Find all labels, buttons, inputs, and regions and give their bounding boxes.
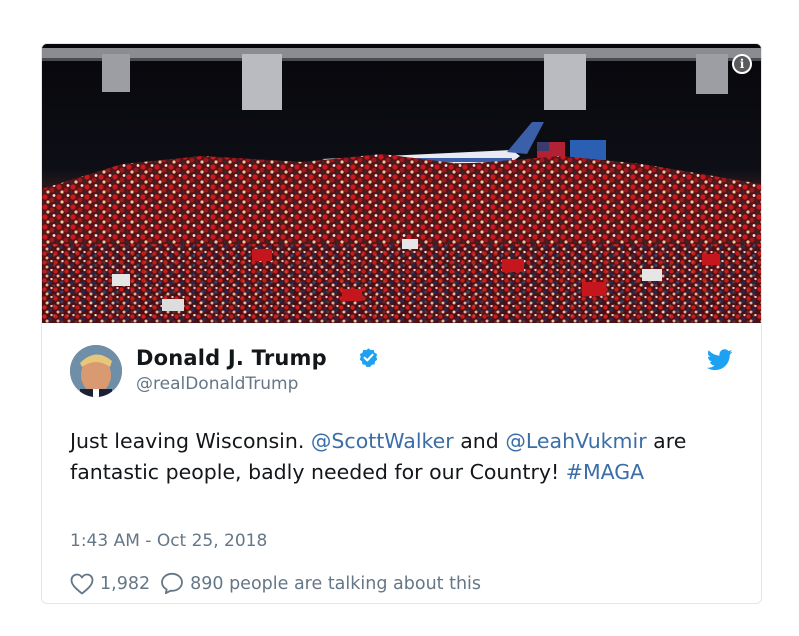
tweet-text: Just leaving Wisconsin. @ScottWalker and… (70, 426, 740, 488)
tweet-timestamp[interactable]: 1:43 AM - Oct 25, 2018 (70, 531, 267, 551)
mention-link-scottwalker[interactable]: @ScottWalker (311, 429, 454, 453)
tweet-media-photo[interactable]: i (42, 44, 761, 323)
author-handle[interactable]: @realDonaldTrump (136, 374, 298, 394)
verified-badge-icon (359, 348, 378, 368)
tweet-actions: 1,982 890 people are talking about this (70, 572, 481, 595)
heart-icon[interactable] (70, 573, 94, 595)
author-name[interactable]: Donald J. Trump (136, 346, 327, 370)
talking-about-link[interactable]: 890 people are talking about this (190, 574, 481, 594)
speech-bubble-icon[interactable] (160, 572, 184, 595)
hashtag-link-maga[interactable]: #MAGA (566, 460, 644, 484)
info-icon[interactable]: i (732, 54, 752, 74)
tweet-card[interactable]: i Donald J. Trump @realDonaldTrump Just … (41, 43, 762, 604)
rally-crowd-photo (42, 44, 761, 323)
like-count[interactable]: 1,982 (100, 574, 150, 594)
avatar-photo (70, 345, 122, 397)
twitter-bird-icon[interactable] (707, 349, 733, 371)
tweet-text-part: and (453, 429, 506, 453)
avatar[interactable] (70, 345, 122, 397)
mention-link-leahvukmir[interactable]: @LeahVukmir (505, 429, 646, 453)
tweet-text-part: Just leaving Wisconsin. (70, 429, 311, 453)
